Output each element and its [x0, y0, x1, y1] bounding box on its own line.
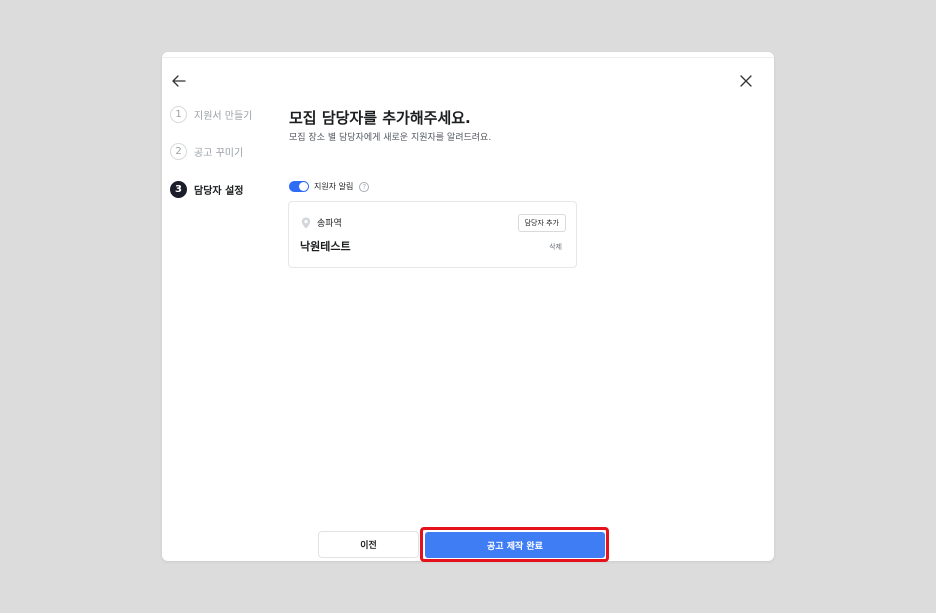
close-icon: [740, 75, 752, 87]
step-item-1[interactable]: 1 지원서 만들기: [170, 106, 252, 123]
step-number: 3: [170, 181, 187, 198]
arrow-left-icon: [172, 75, 186, 87]
modal-dialog: 1 지원서 만들기 2 공고 꾸미기 3 담당자 설정 모집 담당자를 추가해주…: [162, 52, 774, 562]
step-number: 1: [170, 106, 187, 123]
step-number: 2: [170, 143, 187, 160]
close-button[interactable]: [736, 71, 756, 91]
location-row: 송파역: [301, 216, 342, 229]
notification-toggle[interactable]: [289, 181, 309, 192]
modal-top-divider: [162, 57, 774, 58]
delete-manager-button[interactable]: 삭제: [549, 242, 562, 252]
page-title: 모집 담당자를 추가해주세요.: [289, 109, 471, 127]
step-item-2[interactable]: 2 공고 꾸미기: [170, 143, 243, 160]
notification-label: 지원자 알림: [314, 182, 354, 191]
back-button[interactable]: [168, 70, 190, 92]
add-manager-button[interactable]: 담당자 추가: [517, 214, 566, 232]
location-card: 송파역 담당자 추가 낙원테스트 삭제: [288, 201, 577, 268]
help-circle-icon[interactable]: ?: [359, 181, 370, 192]
step-label: 담당자 설정: [194, 186, 244, 197]
step-item-3[interactable]: 3 담당자 설정: [170, 181, 243, 198]
toggle-knob: [299, 182, 308, 191]
step-label: 공고 꾸미기: [194, 148, 244, 159]
previous-button[interactable]: 이전: [318, 531, 419, 558]
complete-posting-button[interactable]: 공고 제작 완료: [425, 532, 605, 558]
map-pin-icon: [301, 217, 311, 228]
step-label: 지원서 만들기: [194, 111, 253, 122]
manager-name: 낙원테스트: [300, 240, 351, 253]
location-name: 송파역: [317, 219, 342, 229]
page-subtitle: 모집 장소 별 담당자에게 새로운 지원자를 알려드려요.: [289, 133, 492, 143]
notification-setting: 지원자 알림 ?: [289, 181, 370, 192]
